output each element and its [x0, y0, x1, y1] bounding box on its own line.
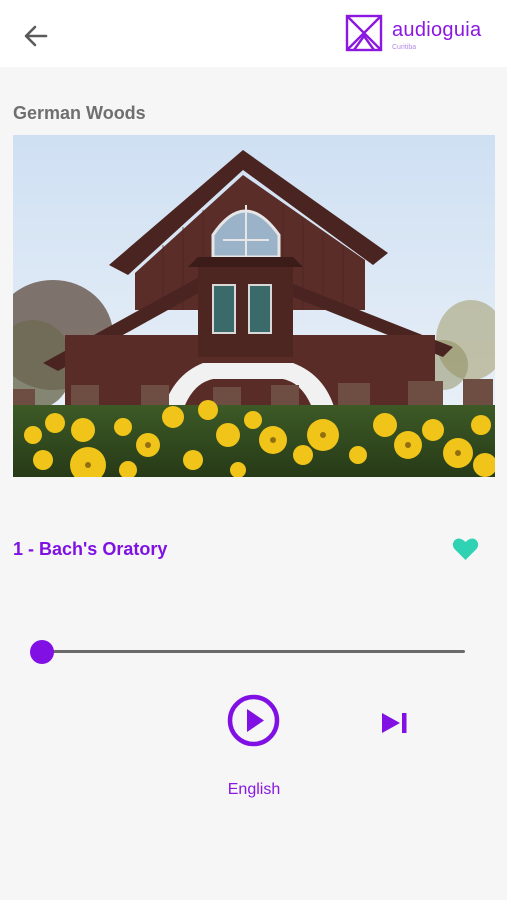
place-photo: [13, 135, 495, 477]
logo-name: audioguia: [392, 19, 482, 41]
progress-slider[interactable]: [30, 640, 467, 664]
next-track-button[interactable]: [380, 710, 410, 736]
favorite-button[interactable]: [452, 537, 479, 561]
app-header: audioguia Curitiba: [0, 0, 507, 67]
play-circle-icon: [227, 694, 280, 747]
slider-track: [40, 650, 465, 653]
heart-icon: [452, 538, 479, 560]
play-button[interactable]: [227, 694, 280, 747]
skip-next-icon: [382, 713, 407, 733]
track-title: 1 - Bach's Oratory: [13, 539, 168, 559]
back-button[interactable]: [20, 20, 52, 52]
logo-subtitle: Curitiba: [392, 44, 417, 51]
slider-thumb[interactable]: [30, 640, 54, 664]
app-logo: audioguia Curitiba: [345, 14, 495, 54]
arrow-left-icon: [24, 25, 48, 47]
language-selector[interactable]: English: [200, 781, 308, 799]
place-title: German Woods: [13, 103, 146, 123]
logo-mark-icon: [345, 14, 383, 52]
